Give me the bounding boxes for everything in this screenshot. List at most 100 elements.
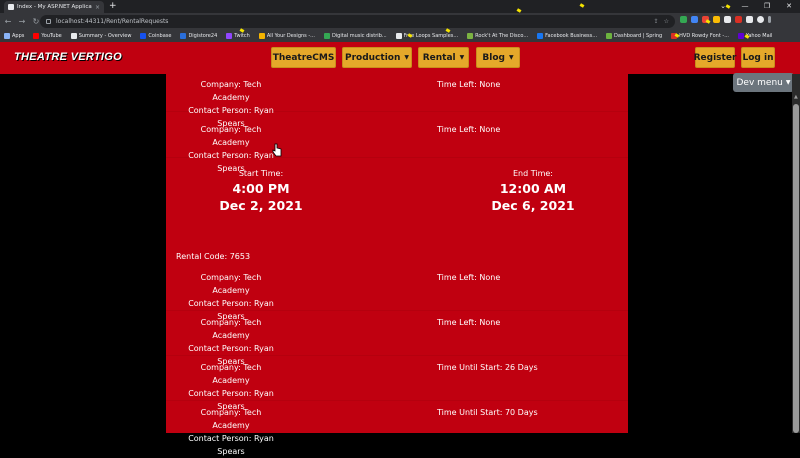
time-status: Time Left: None [437, 318, 501, 327]
rental-row: Company: Tech Academy Contact Person: Ry… [166, 401, 628, 456]
dev-menu-label: Dev menu [736, 77, 783, 88]
bookmark-item[interactable]: Digistore24 [180, 33, 217, 39]
bookmark-item[interactable]: Facebook Business... [537, 33, 597, 39]
scrollbar-thumb[interactable] [793, 104, 799, 433]
bookmark-label: Twitch [234, 33, 250, 39]
start-time-label: Start Time: [238, 169, 284, 178]
bookmark-item[interactable]: Summary - Overview [70, 33, 132, 39]
bookmark-label: Dashboard | Spring [614, 33, 663, 39]
bookmark-label: Yahoo Mail [745, 33, 773, 39]
bookmark-favicon-icon [4, 33, 10, 39]
bookmark-item[interactable]: Coinbase [140, 33, 171, 39]
url-text[interactable]: localhost:44311/Rent/RentalRequests [56, 18, 168, 25]
lock-icon[interactable] [46, 19, 51, 24]
bookmark-label: Apps [12, 33, 25, 39]
bookmark-label: YouTube [41, 33, 62, 39]
bookmark-label: Facebook Business... [545, 33, 598, 39]
start-time-block: Start Time: 4:00 PM Dec 2, 2021 [216, 168, 306, 214]
rental-row: Company: Tech Academy Contact Person: Ry… [166, 112, 628, 173]
browser-menu-icon[interactable] [768, 16, 771, 23]
bookmark-item[interactable]: Yahoo Mail [737, 33, 773, 39]
rental-row: Company: Tech Academy Contact Person: Ry… [166, 74, 628, 128]
share-icon[interactable]: ⇪ [654, 18, 659, 25]
bookmark-item[interactable]: Twitch [226, 33, 250, 39]
site-logo[interactable]: THEATRE VERTIGO [14, 51, 122, 63]
forward-arrow-icon[interactable]: → [16, 17, 28, 26]
minimize-button[interactable]: — [734, 0, 756, 13]
end-time-block: End Time: 12:00 AM Dec 6, 2021 [488, 168, 578, 214]
profile-avatar[interactable] [757, 16, 764, 23]
page-favicon-icon [8, 4, 14, 10]
bookmark-star-icon[interactable]: ☆ [664, 18, 669, 25]
bookmark-label: All Your Designs -... [266, 33, 315, 39]
hand-cursor-icon [272, 143, 282, 157]
maximize-button[interactable]: ❐ [756, 0, 778, 13]
bookmark-item[interactable]: YouTube [33, 33, 62, 39]
address-bar[interactable]: localhost:44311/Rent/RentalRequests ⇪ ☆ [40, 15, 675, 28]
time-status: Time Left: None [437, 125, 501, 134]
rental-contact-info: Company: Tech Academy Contact Person: Ry… [183, 406, 279, 458]
extension-icon[interactable] [735, 16, 742, 23]
omnibox-actions: ⇪ ☆ [654, 15, 669, 28]
nav-production-dropdown[interactable]: Production ▼ [342, 47, 412, 68]
close-tab-icon[interactable]: × [95, 4, 100, 11]
browser-tab[interactable]: Index - My ASP.NET Application × [4, 1, 104, 13]
nav-theatrecms-label: TheatreCMS [272, 52, 335, 63]
time-status: Time Left: None [437, 273, 501, 282]
scroll-up-arrow-icon[interactable]: ▲ [794, 94, 798, 100]
company-name: Company: Tech Academy [200, 80, 262, 102]
nav-rental-dropdown[interactable]: Rental ▼ [418, 47, 469, 68]
end-date-value: Dec 6, 2021 [491, 198, 575, 213]
dev-menu-button[interactable]: Dev menu ▼ [733, 73, 794, 92]
close-window-button[interactable]: ✕ [778, 0, 800, 13]
extension-icon[interactable] [724, 16, 731, 23]
bookmark-label: Digistore24 [188, 33, 218, 39]
caret-down-icon: ▼ [404, 54, 409, 61]
company-name: Company: Tech Academy [200, 125, 262, 147]
register-button[interactable]: Register [694, 47, 736, 68]
nav-theatrecms[interactable]: TheatreCMS [271, 47, 336, 68]
bookmark-label: Rock't At The Disco... [475, 33, 529, 39]
caret-down-icon: ▼ [508, 54, 514, 61]
bookmark-item[interactable]: HVD Rowdy Font -... [671, 33, 729, 39]
extension-icon[interactable] [746, 16, 753, 23]
nav-rental-label: Rental [422, 52, 456, 63]
site-navbar: THEATRE VERTIGO TheatreCMS Production ▼ … [0, 42, 800, 74]
rental-row: Company: Tech Academy Contact Person: Ry… [166, 311, 628, 366]
extensions-area [680, 16, 771, 23]
tab-search-icon[interactable]: ⌄ [712, 0, 734, 13]
extension-icon[interactable] [691, 16, 698, 23]
bookmark-item[interactable]: Rock't At The Disco... [467, 33, 528, 39]
new-tab-button[interactable]: + [109, 1, 117, 12]
login-button[interactable]: Log in [741, 47, 775, 68]
bookmarks-bar: Apps YouTube Summary - Overview Coinbase Dig… [0, 30, 800, 42]
bookmark-favicon-icon [395, 33, 402, 39]
extension-icon[interactable] [713, 16, 720, 23]
bookmark-item[interactable]: Digital music distrib... [323, 33, 387, 39]
rental-row: Company: Tech Academy Contact Person: Ry… [166, 266, 628, 321]
bookmark-item[interactable]: Dashboard | Spring [606, 33, 662, 39]
end-time-label: End Time: [512, 169, 554, 178]
bookmark-item[interactable]: Apps [4, 33, 24, 39]
back-arrow-icon[interactable]: ← [2, 17, 14, 26]
browser-tab-bar: Index - My ASP.NET Application × + ⌄ — ❐… [0, 0, 800, 13]
bookmark-item[interactable]: Free Loops Samples... [395, 33, 458, 39]
bookmark-favicon-icon [226, 33, 233, 39]
company-name: Company: Tech Academy [200, 318, 262, 340]
company-name: Company: Tech Academy [200, 363, 262, 385]
nav-blog-label: Blog [482, 52, 505, 63]
bookmark-label: Summary - Overview [78, 33, 132, 39]
nav-blog-dropdown[interactable]: Blog ▼ [476, 47, 520, 68]
tab-title: Index - My ASP.NET Application [17, 4, 92, 10]
time-status: Time Until Start: 70 Days [437, 408, 538, 417]
end-time-value: 12:00 AM [499, 181, 567, 196]
bookmark-favicon-icon [323, 33, 330, 39]
bookmark-label: Coinbase [148, 33, 172, 39]
bookmark-label: HVD Rowdy Font -... [679, 33, 729, 39]
extension-icon[interactable] [680, 16, 687, 23]
page-scrollbar[interactable]: ▲ [792, 74, 800, 433]
rental-row: Company: Tech Academy Contact Person: Ry… [166, 356, 628, 411]
start-time-value: 4:00 PM [232, 181, 290, 196]
bookmark-item[interactable]: All Your Designs -... [258, 33, 315, 39]
bookmark-favicon-icon [606, 33, 613, 39]
